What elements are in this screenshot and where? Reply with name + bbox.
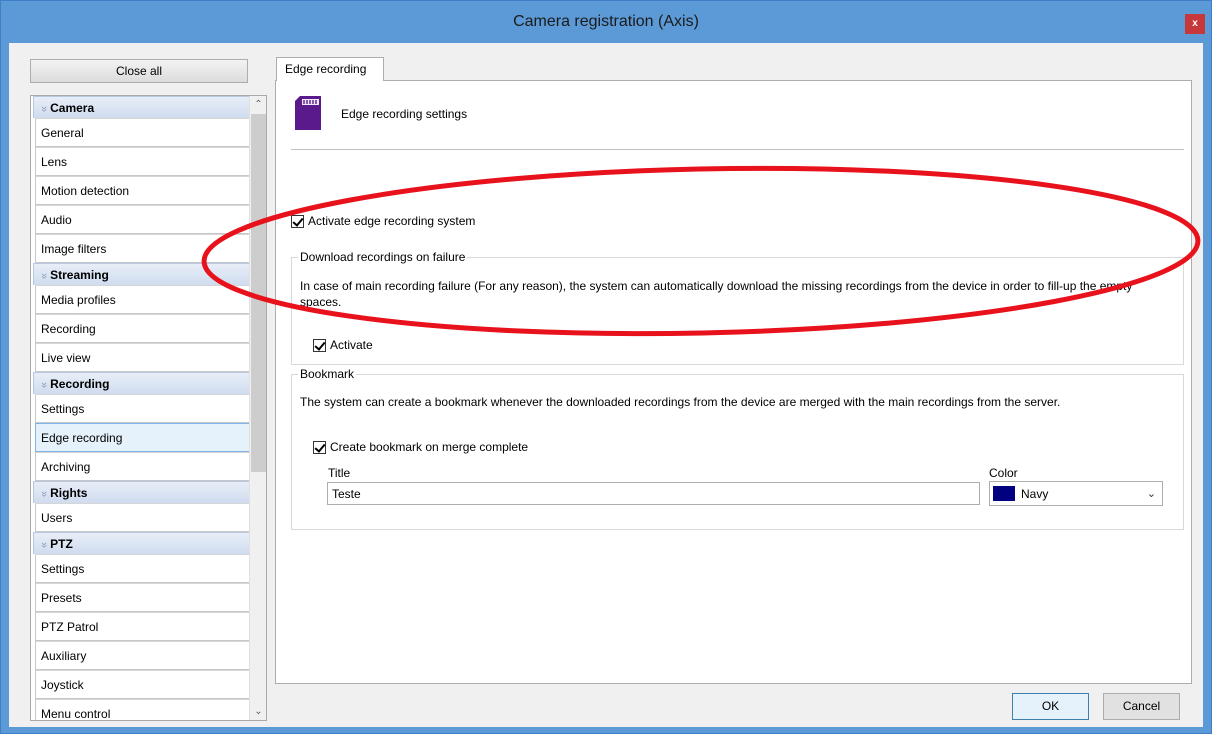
sidebar-item-settings[interactable]: Settings bbox=[35, 394, 251, 423]
sidebar-item-edge-recording[interactable]: Edge recording bbox=[35, 423, 251, 452]
download-activate-row: Activate bbox=[313, 338, 373, 352]
activate-edge-checkbox[interactable] bbox=[291, 214, 304, 228]
sidebar-item-menu-control[interactable]: Menu control bbox=[35, 699, 251, 720]
header-separator bbox=[291, 149, 1184, 150]
download-activate-label: Activate bbox=[330, 338, 373, 352]
dialog-window: Camera registration (Axis) x Close all »… bbox=[0, 0, 1212, 734]
sidebar-nav: »Camera General Lens Motion detection Audio I… bbox=[30, 95, 267, 721]
sidebar-item-archiving[interactable]: Archiving bbox=[35, 452, 251, 481]
sidebar-group-streaming[interactable]: »Streaming bbox=[33, 263, 252, 285]
collapse-chevron-icon: » bbox=[38, 105, 51, 113]
title-input[interactable] bbox=[327, 482, 980, 505]
sidebar-item-presets[interactable]: Presets bbox=[35, 583, 251, 612]
collapse-chevron-icon: » bbox=[38, 272, 51, 280]
bookmark-group: Bookmark The system can create a bookmar… bbox=[291, 367, 1184, 530]
tab-edge-recording[interactable]: Edge recording bbox=[276, 57, 384, 81]
sidebar-item-users[interactable]: Users bbox=[35, 503, 251, 532]
bookmark-group-title: Bookmark bbox=[298, 367, 357, 381]
sidebar-group-label: Camera bbox=[50, 101, 95, 115]
sidebar-item-general[interactable]: General bbox=[35, 118, 251, 147]
sidebar-item-ptz-patrol[interactable]: PTZ Patrol bbox=[35, 612, 251, 641]
scroll-up-icon[interactable]: ⌃ bbox=[250, 96, 266, 113]
sd-card-icon bbox=[295, 96, 321, 130]
sidebar-item-lens[interactable]: Lens bbox=[35, 147, 251, 176]
close-all-button[interactable]: Close all bbox=[30, 59, 248, 83]
sidebar-item-recording[interactable]: Recording bbox=[35, 314, 251, 343]
sidebar-item-live-view[interactable]: Live view bbox=[35, 343, 251, 372]
header-title: Edge recording settings bbox=[341, 107, 468, 121]
collapse-chevron-icon: » bbox=[38, 490, 51, 498]
collapse-chevron-icon: » bbox=[38, 541, 51, 549]
tab-panel: Edge recording settings Activate edge re… bbox=[275, 80, 1192, 684]
chevron-down-icon: ⌄ bbox=[1146, 488, 1156, 500]
create-bookmark-row: Create bookmark on merge complete bbox=[313, 440, 528, 454]
sidebar-group-label: Streaming bbox=[50, 268, 109, 282]
sidebar-group-camera[interactable]: »Camera bbox=[33, 96, 252, 118]
sidebar-item-media-profiles[interactable]: Media profiles bbox=[35, 285, 251, 314]
close-button[interactable]: x bbox=[1185, 14, 1205, 34]
ok-button[interactable]: OK bbox=[1012, 693, 1089, 720]
color-field-label: Color bbox=[989, 466, 1018, 480]
sidebar-item-image-filters[interactable]: Image filters bbox=[35, 234, 251, 263]
bookmark-description: The system can create a bookmark wheneve… bbox=[300, 395, 1061, 409]
window-title: Camera registration (Axis) bbox=[513, 13, 699, 30]
title-field-label: Title bbox=[328, 466, 351, 480]
sidebar-item-joystick[interactable]: Joystick bbox=[35, 670, 251, 699]
title-bar[interactable]: Camera registration (Axis) x bbox=[1, 1, 1211, 43]
sidebar-scrollbar[interactable]: ⌃ ⌄ bbox=[249, 96, 266, 720]
sidebar-item-motion-detection[interactable]: Motion detection bbox=[35, 176, 251, 205]
sidebar-item-auxiliary[interactable]: Auxiliary bbox=[35, 641, 251, 670]
collapse-chevron-icon: » bbox=[38, 381, 51, 389]
sidebar-group-label: Rights bbox=[50, 486, 88, 500]
activate-edge-label: Activate edge recording system bbox=[308, 214, 476, 228]
color-swatch bbox=[993, 486, 1015, 501]
scroll-down-icon[interactable]: ⌄ bbox=[250, 703, 266, 720]
sidebar-group-ptz[interactable]: »PTZ bbox=[33, 532, 252, 554]
cancel-button[interactable]: Cancel bbox=[1103, 693, 1180, 720]
color-select[interactable]: Navy ⌄ bbox=[989, 481, 1163, 506]
sidebar-group-rights[interactable]: »Rights bbox=[33, 481, 252, 503]
dialog-client: Close all »Camera General Lens Motion detec… bbox=[9, 43, 1203, 727]
sidebar-group-recording[interactable]: »Recording bbox=[33, 372, 252, 394]
color-select-value: Navy bbox=[1021, 486, 1049, 501]
sidebar-nav-items: »Camera General Lens Motion detection Audio I… bbox=[33, 96, 252, 720]
sidebar-group-label: Recording bbox=[50, 377, 110, 391]
download-activate-checkbox[interactable] bbox=[313, 338, 326, 352]
download-description: In case of main recording failure (For a… bbox=[300, 279, 1133, 309]
create-bookmark-checkbox[interactable] bbox=[313, 440, 326, 454]
download-group-title: Download recordings on failure bbox=[298, 250, 468, 264]
activate-edge-row: Activate edge recording system bbox=[291, 214, 475, 228]
download-recordings-group: Download recordings on failure In case o… bbox=[291, 250, 1184, 365]
create-bookmark-label: Create bookmark on merge complete bbox=[330, 440, 529, 454]
sidebar-item-settings[interactable]: Settings bbox=[35, 554, 251, 583]
scroll-thumb[interactable] bbox=[251, 114, 266, 472]
sidebar-item-audio[interactable]: Audio bbox=[35, 205, 251, 234]
